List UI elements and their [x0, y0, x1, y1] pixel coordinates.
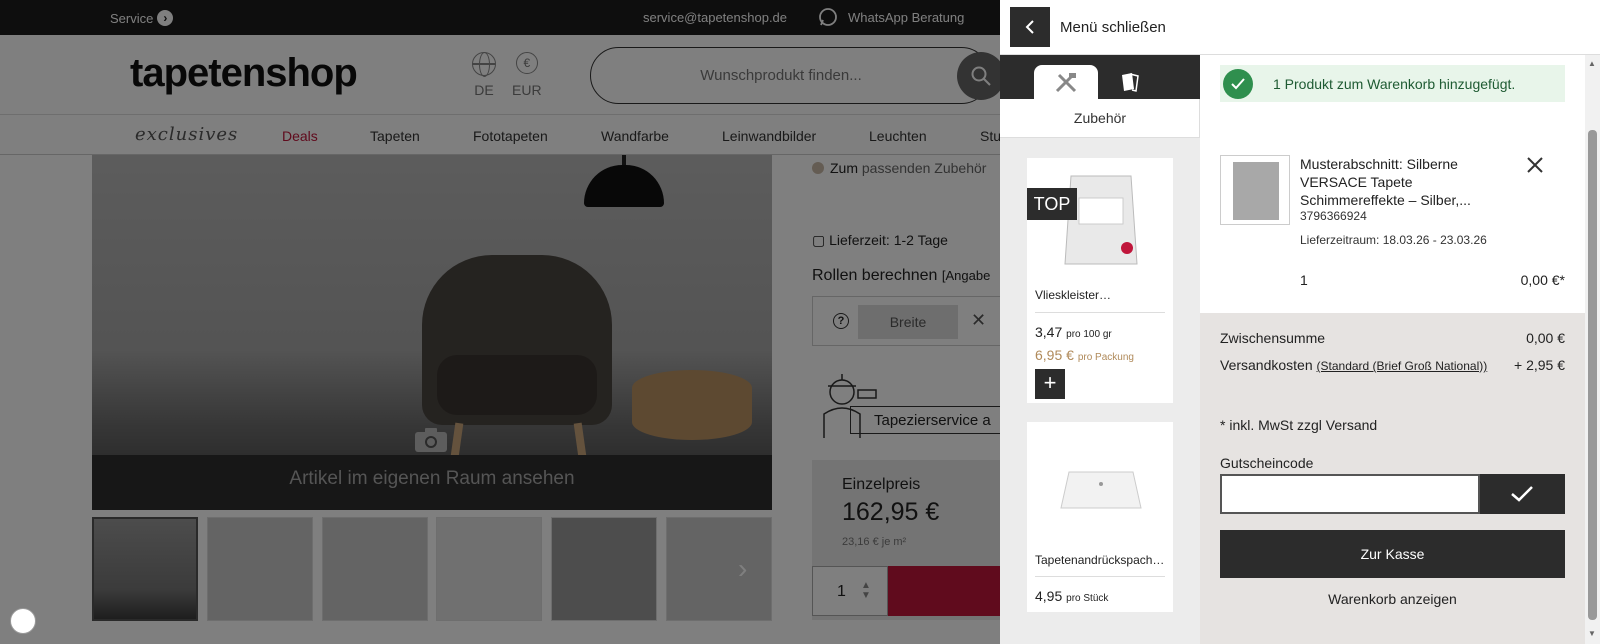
price-unit: pro Packung — [1077, 352, 1134, 363]
drawer-header: Menü schließen — [1000, 0, 1600, 55]
tab-accessories[interactable] — [1034, 65, 1098, 99]
cart-item-sku: 3796366924 — [1300, 209, 1367, 223]
check-icon — [1231, 78, 1245, 90]
scroll-down-icon[interactable]: ▼ — [1588, 629, 1596, 638]
scrollbar-thumb[interactable] — [1588, 130, 1597, 620]
check-circle-icon — [1223, 69, 1253, 99]
accessory-card[interactable]: Tapetenandrückspach… 4,95 pro Stück — [1027, 422, 1173, 612]
accessory-price: 4,95 pro Stück — [1035, 588, 1108, 604]
accessory-price-pack: 6,95 € pro Packung — [1035, 347, 1134, 363]
shipping-method-link[interactable]: (Standard (Brief Groß National)) — [1317, 359, 1488, 373]
cart-item-image[interactable] — [1220, 155, 1290, 225]
cart-item-delivery: Lieferzeitraum: 18.03.26 - 23.03.26 — [1300, 233, 1487, 247]
shipping-value: + 2,95 € — [1514, 357, 1565, 373]
notice-text: 1 Produkt zum Warenkorb hinzugefügt. — [1273, 76, 1516, 92]
scroll-up-icon[interactable]: ▲ — [1588, 59, 1596, 68]
remove-item-icon[interactable] — [1525, 155, 1545, 175]
shipping-label: Versandkosten — [1220, 357, 1313, 373]
price-unit: pro Stück — [1066, 593, 1109, 604]
voucher-label: Gutscheincode — [1220, 455, 1314, 471]
cart-item: Musterabschnitt: Silberne VERSACE Tapete… — [1220, 155, 1565, 295]
cart-summary: Zwischensumme 0,00 € Versandkosten (Stan… — [1200, 313, 1585, 644]
voucher-input[interactable] — [1222, 476, 1478, 512]
cart-drawer: Menü schließen Zubehör TOP Vlieskleister… — [1000, 0, 1600, 644]
price-unit: pro 100 gr — [1066, 329, 1112, 340]
accessory-tab-label: Zubehör — [1073, 110, 1127, 126]
drawer-scrollbar[interactable]: ▲ ▼ — [1585, 55, 1600, 644]
cart-panel: 1 Produkt zum Warenkorb hinzugefügt. Mus… — [1200, 55, 1585, 644]
top-badge: TOP — [1027, 188, 1077, 220]
divider — [1035, 576, 1165, 577]
cart-item-price: 0,00 €* — [1520, 272, 1565, 288]
accessory-column: Zubehör TOP Vlieskleister… 3,47 pro 100 … — [1000, 55, 1200, 644]
accessory-name[interactable]: Tapetenandrückspach… — [1035, 553, 1167, 567]
close-menu-button[interactable] — [1010, 7, 1050, 47]
shipping-row: Versandkosten (Standard (Brief Groß Nati… — [1220, 357, 1565, 373]
added-notice: 1 Produkt zum Warenkorb hinzugefügt. — [1220, 65, 1565, 102]
cart-item-name[interactable]: Musterabschnitt: Silberne VERSACE Tapete… — [1300, 155, 1520, 209]
accessory-card[interactable]: TOP Vlieskleister… 3,47 pro 100 gr 6,95 … — [1027, 158, 1173, 403]
add-accessory-button[interactable]: + — [1035, 369, 1065, 399]
spatula-product-image — [1060, 471, 1142, 509]
price-value: 3,47 — [1035, 324, 1063, 340]
tools-icon — [1055, 73, 1077, 93]
subtotal-value: 0,00 € — [1526, 330, 1565, 346]
fingerprint-icon[interactable] — [10, 608, 36, 634]
tab-samples[interactable] — [1120, 71, 1142, 98]
apply-voucher-button[interactable] — [1480, 474, 1565, 514]
chevron-left-icon — [1025, 20, 1034, 34]
close-menu-label[interactable]: Menü schließen — [1060, 19, 1166, 36]
subtotal-label: Zwischensumme — [1220, 330, 1326, 346]
price-value: 6,95 € — [1035, 347, 1074, 363]
wallpaper-sample-icon — [1122, 73, 1139, 92]
subtotal-row: Zwischensumme 0,00 € — [1220, 330, 1565, 346]
divider — [1035, 312, 1165, 313]
accessory-list: TOP Vlieskleister… 3,47 pro 100 gr 6,95 … — [1000, 138, 1200, 644]
voucher-field — [1220, 474, 1480, 514]
accessory-price: 3,47 pro 100 gr — [1035, 324, 1112, 340]
cart-item-quantity[interactable]: 1 — [1300, 272, 1308, 288]
price-value: 4,95 — [1035, 588, 1063, 604]
dim-overlay[interactable] — [0, 0, 1000, 644]
check-icon — [1511, 486, 1533, 502]
accessory-tabs — [1000, 55, 1200, 99]
vat-note: * inkl. MwSt zzgl Versand — [1220, 417, 1378, 433]
checkout-button[interactable]: Zur Kasse — [1220, 530, 1565, 578]
show-cart-link[interactable]: Warenkorb anzeigen — [1220, 591, 1565, 607]
accessory-name[interactable]: Vlieskleister… — [1035, 288, 1167, 302]
